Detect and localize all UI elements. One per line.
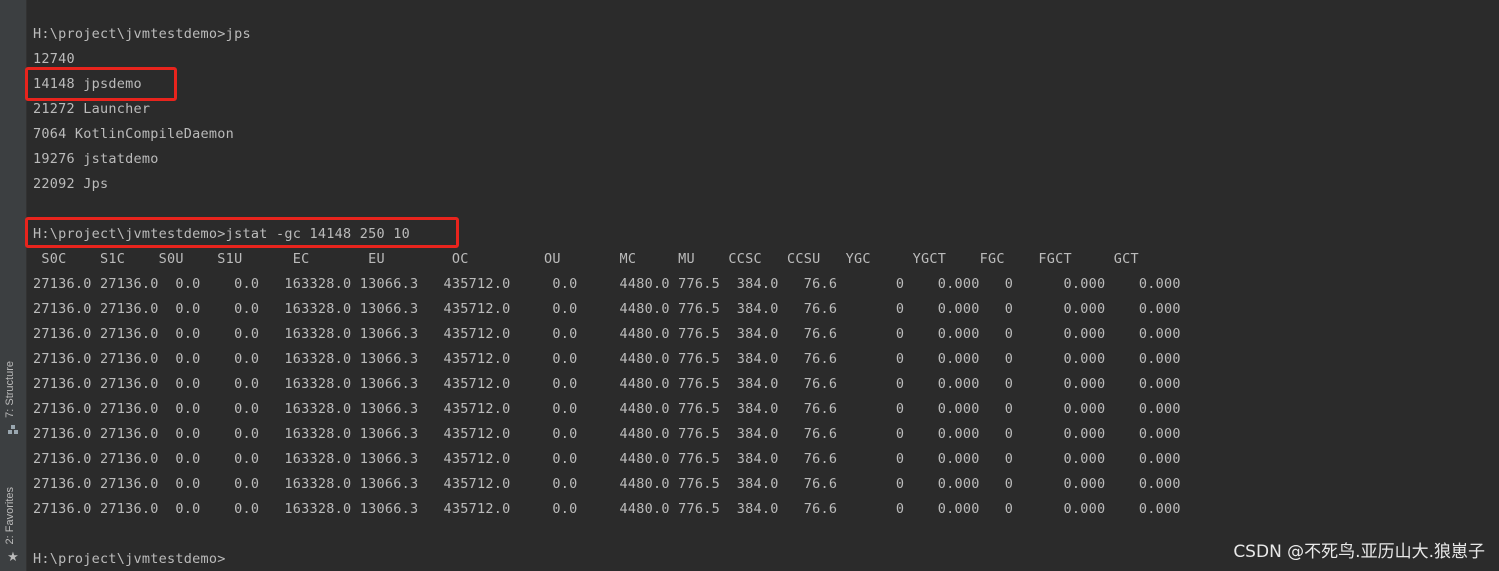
- jps-process-line: 22092 Jps: [33, 176, 109, 192]
- left-tool-strip: 7: Structure 2: Favorites ★: [0, 0, 27, 571]
- jstat-data-row: 27136.0 27136.0 0.0 0.0 163328.0 13066.3…: [33, 476, 1181, 492]
- structure-icon: [7, 424, 19, 438]
- terminal-output[interactable]: H:\project\jvmtestdemo>jps 12740 14148 jps…: [33, 22, 1499, 571]
- jps-process-line: 19276 jstatdemo: [33, 151, 159, 167]
- favorites-tool-tab[interactable]: 2: Favorites ★: [0, 462, 26, 566]
- jstat-data-row: 27136.0 27136.0 0.0 0.0 163328.0 13066.3…: [33, 276, 1181, 292]
- jstat-header-line: S0C S1C S0U S1U EC EU OC OU MC MU CCSC C…: [33, 251, 1139, 267]
- star-icon: ★: [7, 549, 19, 564]
- jps-process-line: 7064 KotlinCompileDaemon: [33, 126, 235, 142]
- jstat-data-row: 27136.0 27136.0 0.0 0.0 163328.0 13066.3…: [33, 401, 1181, 417]
- jstat-data-row: 27136.0 27136.0 0.0 0.0 163328.0 13066.3…: [33, 301, 1181, 317]
- jstat-data-row: 27136.0 27136.0 0.0 0.0 163328.0 13066.3…: [33, 501, 1181, 517]
- ide-window: 7: Structure 2: Favorites ★ H:\project\j…: [0, 0, 1499, 571]
- jstat-data-row: 27136.0 27136.0 0.0 0.0 163328.0 13066.3…: [33, 426, 1181, 442]
- jps-process-line: 12740: [33, 51, 75, 67]
- jps-process-line: 14148 jpsdemo: [33, 76, 142, 92]
- prompt-line: H:\project\jvmtestdemo>jps: [33, 26, 251, 42]
- highlight-box-jstat-command: [25, 217, 459, 248]
- favorites-tab-label: 2: Favorites: [4, 486, 16, 544]
- jstat-data-row: 27136.0 27136.0 0.0 0.0 163328.0 13066.3…: [33, 451, 1181, 467]
- jstat-data-row: 27136.0 27136.0 0.0 0.0 163328.0 13066.3…: [33, 326, 1181, 342]
- structure-tool-tab[interactable]: 7: Structure: [0, 340, 26, 440]
- jstat-data-row: 27136.0 27136.0 0.0 0.0 163328.0 13066.3…: [33, 351, 1181, 367]
- csdn-watermark: CSDN @不死鸟.亚历山大.狼崽子: [1233, 542, 1485, 562]
- jstat-data-row: 27136.0 27136.0 0.0 0.0 163328.0 13066.3…: [33, 376, 1181, 392]
- structure-tab-label: 7: Structure: [4, 361, 16, 418]
- highlight-box-jps-entry: [25, 67, 177, 101]
- jps-process-line: 21272 Launcher: [33, 101, 151, 117]
